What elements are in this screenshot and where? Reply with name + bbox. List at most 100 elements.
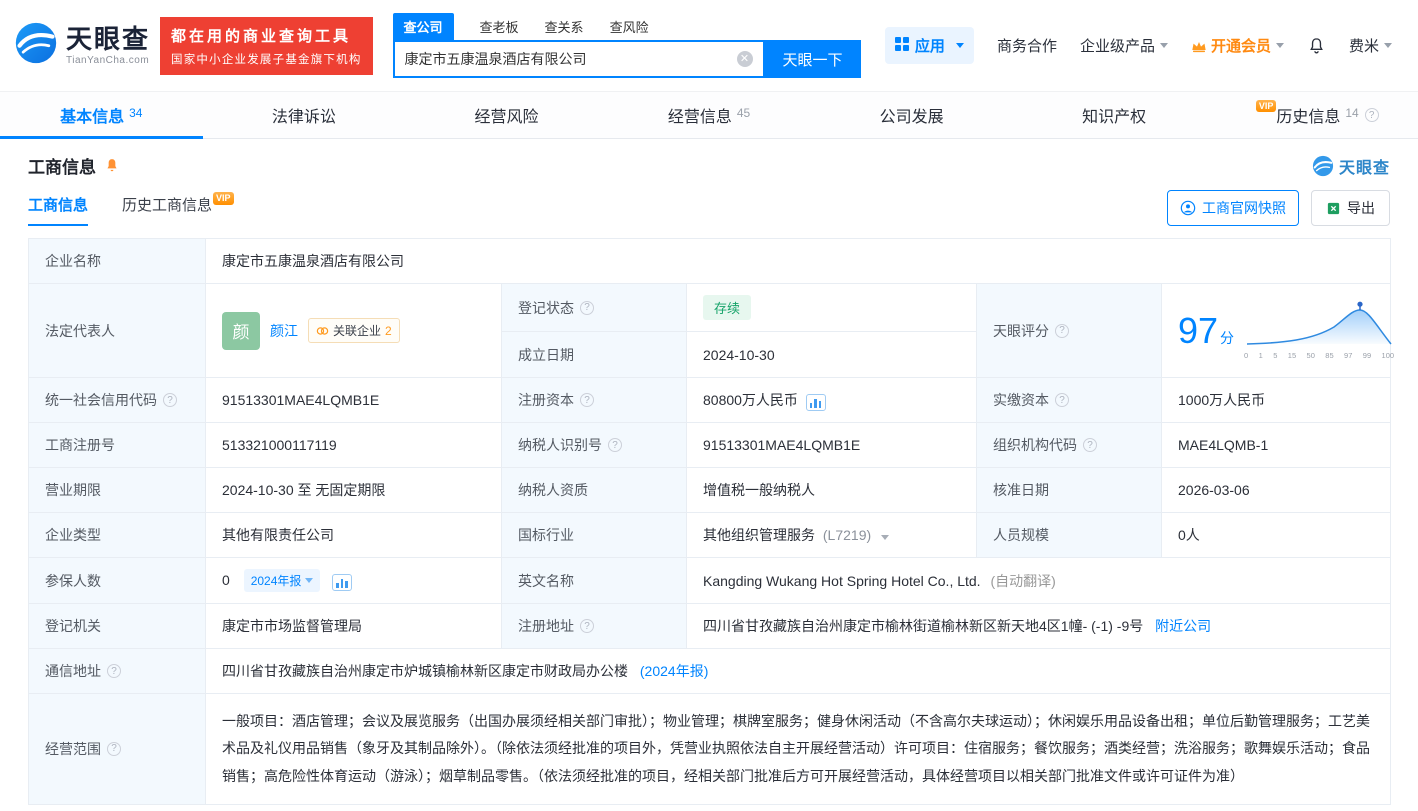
chevron-down-icon [1275,43,1284,48]
search-tab-risk[interactable]: 查风险 [610,13,649,40]
brand-slogan-banner: 都在用的商业查询工具 国家中小企业发展子基金旗下机构 [160,16,373,75]
field-label-taxpayer-quality: 纳税人资质 [501,467,687,513]
field-label-company-type: 企业类型 [28,512,206,558]
tab-intellectual-property[interactable]: 知识产权 [1013,92,1216,138]
related-companies-badge[interactable]: 关联企业 2 [308,318,400,343]
search-tab-boss[interactable]: 查老板 [480,13,519,40]
chevron-down-icon[interactable] [881,535,890,540]
table-row: 企业名称 康定市五康温泉酒店有限公司 [28,238,1391,284]
subtab-history-business-info[interactable]: 历史工商信息 VIP [122,192,234,226]
field-value-org-code: MAE4LQMB-1 [1161,422,1391,468]
field-value-reg-address: 四川省甘孜藏族自治州康定市榆林街道榆林新区新天地4区1幢- (-1) -9号 附… [686,603,1391,649]
business-cooperation-link[interactable]: 商务合作 [997,35,1057,56]
field-label-reg-capital: 注册资本 [501,377,687,423]
help-icon[interactable] [580,393,594,407]
help-icon[interactable] [1364,108,1379,122]
field-label-company-name: 企业名称 [28,238,206,284]
field-value-business-scope: 一般项目：酒店管理；会议及展览服务（出国办展须经相关部门审批）；物业管理；棋牌室… [205,693,1391,805]
field-label-business-scope: 经营范围 [28,693,206,805]
field-label-credit-code: 统一社会信用代码 [28,377,206,423]
official-snapshot-button[interactable]: 工商官网快照 [1167,190,1299,226]
help-icon[interactable] [1055,393,1069,407]
banner-line1: 都在用的商业查询工具 [171,27,352,45]
legal-rep-name-link[interactable]: 颜江 [270,321,298,341]
user-menu[interactable]: 费米 [1349,35,1392,56]
banner-line2: 国家中小企业发展子基金旗下机构 [171,53,362,66]
help-icon[interactable] [163,393,177,407]
table-row: 通信地址 四川省甘孜藏族自治州康定市炉城镇榆林新区康定市财政局办公楼 (2024… [28,648,1391,694]
tab-basic-info[interactable]: 基本信息 34 [0,92,203,139]
field-value-insured-count: 0 2024年报 [205,557,502,604]
score-curve-chart: 0 1 5 15 50 85 97 99 100 [1244,301,1394,360]
enterprise-products-menu[interactable]: 企业级产品 [1080,35,1168,56]
vip-badge: VIP [213,192,234,205]
field-label-legal-rep: 法定代表人 [28,283,206,378]
field-value-english-name: Kangding Wukang Hot Spring Hotel Co., Lt… [686,557,1391,604]
table-row: 经营范围 一般项目：酒店管理；会议及展览服务（出国办展须经相关部门审批）；物业管… [28,693,1391,805]
help-icon[interactable] [580,300,594,315]
top-right-nav: 应用 商务合作 企业级产品 开通会员 费米 [884,27,1392,64]
top-bar: 天眼查 TianYanCha.com 都在用的商业查询工具 国家中小企业发展子基… [0,0,1418,92]
search-tab-company[interactable]: 查公司 [392,13,454,40]
chevron-down-icon [1384,43,1392,48]
clear-search-icon[interactable]: ✕ [736,51,753,67]
help-icon[interactable] [107,664,121,678]
field-value-business-term: 2024-10-30 至 无固定期限 [205,467,502,513]
search-input[interactable] [394,42,763,76]
tab-operating-risk[interactable]: 经营风险 [405,92,608,138]
field-label-mail-address: 通信地址 [28,648,206,694]
annual-report-badge[interactable]: 2024年报 [243,569,321,592]
field-label-establish-date: 成立日期 [502,332,687,377]
help-icon[interactable] [1083,438,1097,452]
table-row: 登记机关 康定市市场监督管理局 注册地址 四川省甘孜藏族自治州康定市榆林街道榆林… [28,603,1391,649]
open-vip-menu[interactable]: 开通会员 [1191,35,1284,56]
capital-detail-icon[interactable] [805,393,826,411]
table-row: 法定代表人 颜 颜江 关联企业 2 登记状态 ? 存续 成立日期 2024-10… [28,283,1394,378]
table-row: 统一社会信用代码 91513301MAE4LQMB1E 注册资本 80800万人… [28,377,1391,423]
business-info-table: 企业名称 康定市五康温泉酒店有限公司 法定代表人 颜 颜江 关联企业 2 登记状… [28,238,1394,805]
logo-text: 天眼查 [66,23,151,54]
tab-history-info[interactable]: VIP 历史信息 14 [1215,92,1418,138]
field-value-legal-rep: 颜 颜江 关联企业 2 [205,283,502,378]
help-icon[interactable] [608,438,622,452]
score-axis-ticks: 0 1 5 15 50 85 97 99 100 [1244,351,1395,360]
field-value-score: 97 分 0 1 5 15 50 85 97 99 100 [1161,283,1394,378]
help-icon[interactable] [1055,323,1069,338]
logo-domain: TianYanCha.com [66,55,150,67]
field-value-approval-date: 2026-03-06 [1161,467,1391,513]
apps-menu[interactable]: 应用 [884,27,974,64]
field-value-reg-status: 存续 [687,284,976,332]
notification-bell-icon[interactable] [1307,36,1326,56]
legal-rep-avatar[interactable]: 颜 [222,311,260,350]
tab-company-development[interactable]: 公司发展 [810,92,1013,138]
help-icon[interactable] [107,741,121,756]
nearby-companies-link[interactable]: 附近公司 [1155,618,1211,634]
search-tab-relation[interactable]: 查关系 [545,13,584,40]
section-title: 工商信息 [28,158,96,177]
search-button[interactable]: 天眼一下 [764,40,861,78]
search-block: 查公司 查老板 查关系 查风险 ✕ 天眼一下 [392,13,861,78]
field-value-company-type: 其他有限责任公司 [205,512,502,558]
field-value-taxpayer-quality: 增值税一般纳税人 [686,467,977,513]
subscribe-bell-icon[interactable] [104,157,120,174]
help-icon[interactable] [580,619,594,633]
chevron-down-icon [955,43,964,48]
tab-operating-info[interactable]: 经营信息 45 [608,92,811,138]
tab-legal-litigation[interactable]: 法律诉讼 [203,92,406,138]
field-value-reg-capital: 80800万人民币 [686,377,977,423]
tianyancha-logo[interactable]: 天眼查 TianYanCha.com [14,21,150,70]
field-value-industry: 其他组织管理服务 (L7219) [686,512,977,558]
field-value-staff-size: 0人 [1161,512,1391,558]
insured-trend-icon[interactable] [332,574,353,591]
field-value-reg-authority: 康定市市场监督管理局 [205,603,502,649]
field-value-establish-date: 2024-10-30 [703,346,775,363]
annual-report-link[interactable]: (2024年报) [640,663,708,679]
field-value-paid-capital: 1000万人民币 [1161,377,1391,423]
status-date-subgrid: 登记状态 存续 成立日期 2024-10-30 [501,283,977,378]
field-label-english-name: 英文名称 [501,557,687,604]
apps-grid-icon [894,36,909,55]
export-button[interactable]: 导出 [1311,190,1390,226]
subtab-business-info[interactable]: 工商信息 [28,194,89,226]
table-row: 参保人数 0 2024年报 英文名称 Kangding Wukang Hot S… [28,557,1391,604]
score-number: 97 [1178,309,1219,351]
